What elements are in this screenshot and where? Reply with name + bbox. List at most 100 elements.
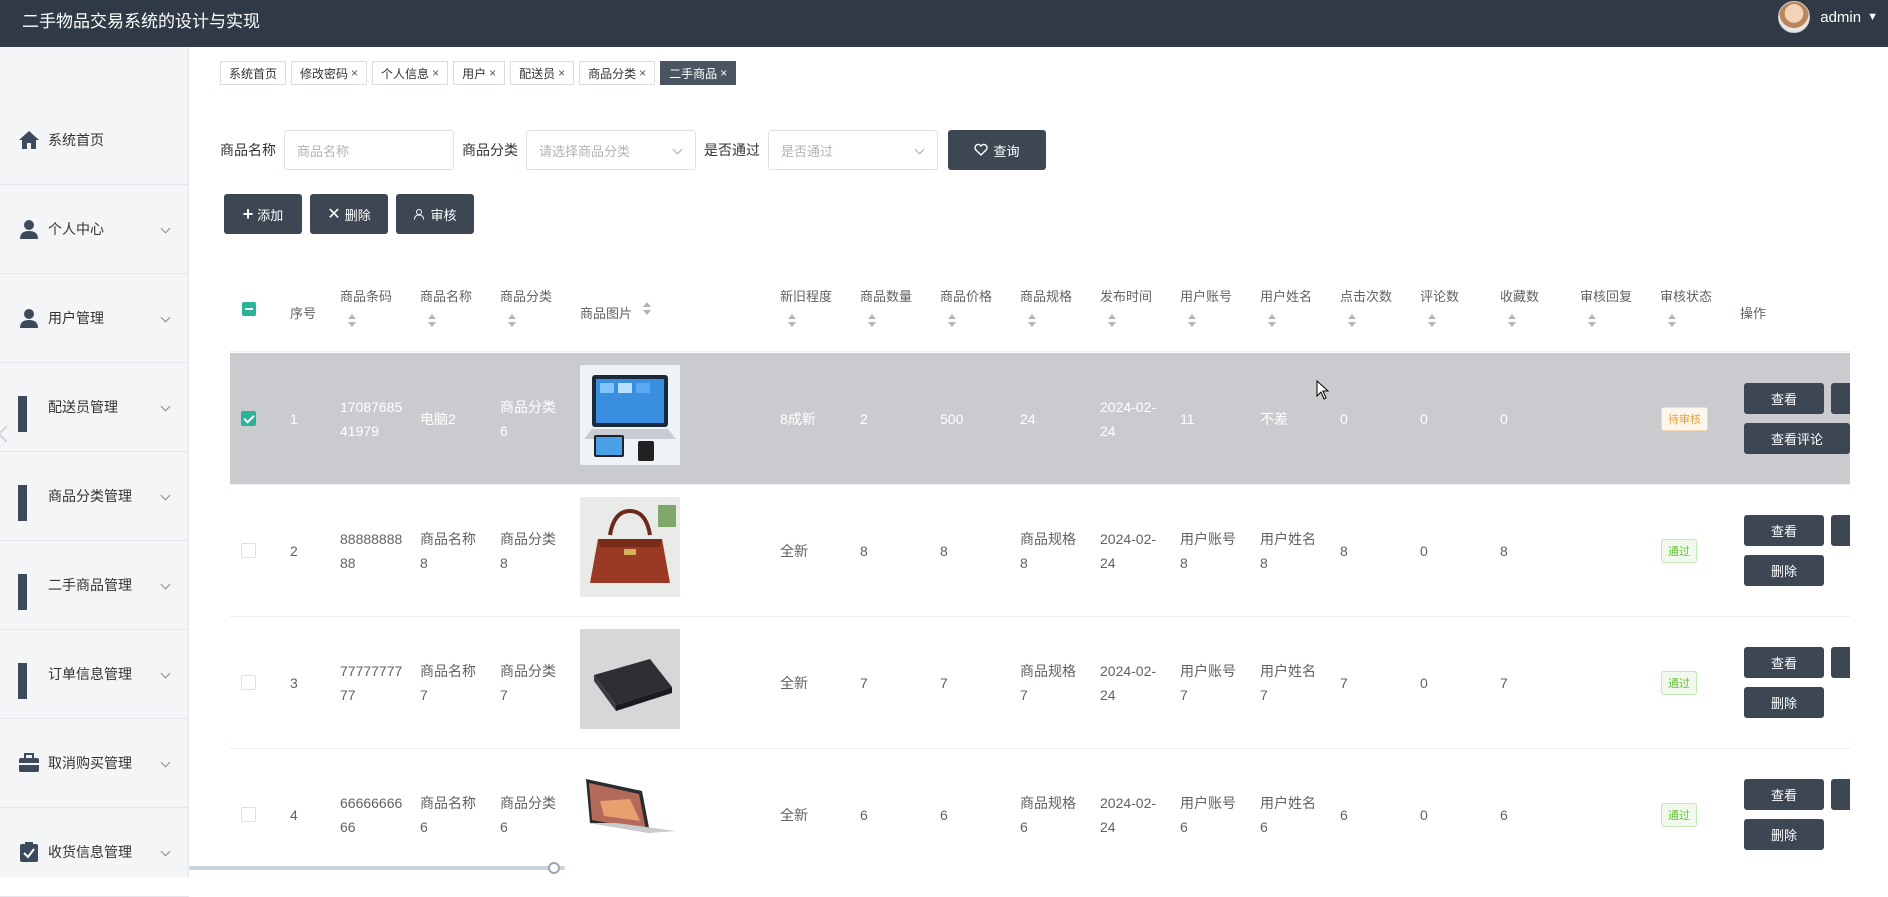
tab-courier[interactable]: 配送员 × — [510, 61, 575, 85]
sort-icon[interactable] — [1268, 314, 1278, 328]
sort-icon[interactable] — [1188, 314, 1198, 328]
username[interactable]: admin — [1820, 9, 1861, 26]
tab-second-hand-goods[interactable]: 二手商品 × — [660, 61, 737, 85]
tab-profile[interactable]: 个人信息 × — [372, 61, 449, 85]
tab-password[interactable]: 修改密码 × — [291, 61, 368, 85]
col-spec[interactable]: 商品规格 — [1020, 286, 1072, 305]
close-icon[interactable]: × — [351, 66, 358, 80]
col-time[interactable]: 发布时间 — [1100, 286, 1152, 305]
view-button[interactable]: 查看 — [1744, 779, 1824, 810]
delete-button[interactable]: ✕ 删除 — [310, 194, 388, 234]
delete-row-button[interactable]: 删除 — [1744, 819, 1824, 850]
scrollbar-handle[interactable] — [548, 862, 560, 874]
sort-icon[interactable] — [1668, 314, 1678, 328]
sort-icon[interactable] — [508, 314, 518, 328]
col-favorites[interactable]: 收藏数 — [1500, 286, 1539, 305]
col-reply[interactable]: 审核回复 — [1580, 286, 1632, 305]
query-button[interactable]: 查询 — [948, 130, 1046, 170]
view-comments-button[interactable]: 查看评论 — [1744, 423, 1850, 454]
delete-row-button[interactable]: 删除 — [1744, 687, 1824, 718]
row-checkbox[interactable] — [241, 675, 256, 690]
sort-icon[interactable] — [348, 314, 358, 328]
col-code[interactable]: 商品条码 — [340, 286, 392, 305]
sort-icon[interactable] — [428, 314, 438, 328]
tab-category[interactable]: 商品分类 × — [579, 61, 656, 85]
col-image[interactable]: 商品图片 — [580, 303, 632, 322]
row-checkbox[interactable] — [241, 411, 256, 426]
sidebar-item-cancel[interactable]: 取消购买管理 — [0, 719, 189, 808]
sidebar-item-users[interactable]: 用户管理 — [0, 274, 189, 363]
col-condition[interactable]: 新旧程度 — [780, 286, 832, 305]
table-row[interactable]: 3 7777777777 商品名称7 商品分类7 全新 7 7 商品规格7 20… — [230, 617, 1850, 749]
sidebar-item-couriers[interactable]: 配送员管理 — [0, 363, 189, 452]
product-image-handbag[interactable] — [580, 497, 680, 597]
heart-icon — [974, 143, 989, 156]
sort-icon[interactable] — [1348, 314, 1358, 328]
close-icon[interactable]: × — [720, 66, 727, 80]
sidebar-item-categories[interactable]: 商品分类管理 — [0, 452, 189, 541]
delete-row-button[interactable]: 删除 — [1744, 555, 1824, 586]
sidebar-item-home[interactable]: 系统首页 — [0, 96, 189, 185]
view-button[interactable]: 查看 — [1744, 515, 1824, 546]
sort-icon[interactable] — [643, 302, 653, 316]
view-button[interactable]: 查看 — [1744, 647, 1824, 678]
cell-username: 用户姓名7 — [1260, 663, 1316, 703]
sort-icon[interactable] — [1588, 314, 1598, 328]
col-clicks[interactable]: 点击次数 — [1340, 286, 1392, 305]
more-button[interactable] — [1831, 383, 1850, 414]
more-button[interactable] — [1831, 647, 1850, 678]
horizontal-scrollbar[interactable] — [189, 866, 565, 870]
caret-down-icon[interactable]: ▼ — [1867, 11, 1878, 23]
col-qty[interactable]: 商品数量 — [860, 286, 912, 305]
sidebar-item-delivery[interactable]: 收货信息管理 — [0, 808, 189, 897]
table-row[interactable]: 4 6666666666 商品名称6 商品分类6 全新 6 6 商品规格6 20… — [230, 749, 1850, 881]
col-comments[interactable]: 评论数 — [1420, 286, 1459, 305]
user-menu[interactable]: admin ▼ — [1778, 0, 1878, 34]
tab-user[interactable]: 用户 × — [453, 61, 506, 85]
sort-icon[interactable] — [1028, 314, 1038, 328]
sidebar-item-goods[interactable]: 二手商品管理 — [0, 541, 189, 630]
sort-icon[interactable] — [1108, 314, 1118, 328]
col-account[interactable]: 用户账号 — [1180, 286, 1232, 305]
col-status[interactable]: 审核状态 — [1660, 286, 1712, 305]
cell-time: 2024-02-24 — [1100, 399, 1157, 439]
close-icon[interactable]: × — [432, 66, 439, 80]
col-price[interactable]: 商品价格 — [940, 286, 992, 305]
cell-name: 商品名称8 — [420, 531, 476, 571]
avatar[interactable] — [1778, 1, 1811, 33]
row-checkbox[interactable] — [241, 807, 256, 822]
col-name[interactable]: 商品名称 — [420, 286, 472, 305]
add-button[interactable]: + 添加 — [224, 194, 302, 234]
more-button[interactable] — [1831, 779, 1850, 810]
sort-icon[interactable] — [1508, 314, 1518, 328]
approved-select[interactable]: 是否通过 — [768, 130, 938, 170]
audit-button[interactable]: 审核 — [396, 194, 474, 234]
product-image-macbook[interactable] — [580, 761, 680, 861]
select-all-checkbox[interactable] — [242, 302, 256, 316]
col-category[interactable]: 商品分类 — [500, 286, 552, 305]
cell-category: 商品分类8 — [500, 531, 556, 571]
sidebar-item-orders[interactable]: 订单信息管理 — [0, 630, 189, 719]
close-icon[interactable]: × — [489, 66, 496, 80]
more-button[interactable] — [1831, 515, 1850, 546]
cell-time: 2024-02-24 — [1100, 531, 1157, 571]
product-image-closed-laptop[interactable] — [580, 629, 680, 729]
table-row[interactable]: 2 8888888888 商品名称8 商品分类8 全新 8 8 商品规格8 20… — [230, 485, 1850, 617]
sort-icon[interactable] — [1428, 314, 1438, 328]
clipboard-icon — [20, 842, 38, 862]
sort-icon[interactable] — [948, 314, 958, 328]
close-icon[interactable]: × — [558, 66, 565, 80]
tab-home[interactable]: 系统首页 — [220, 61, 287, 85]
category-select[interactable]: 请选择商品分类 — [526, 130, 696, 170]
product-image-laptop[interactable] — [580, 365, 680, 465]
sort-icon[interactable] — [868, 314, 878, 328]
col-username[interactable]: 用户姓名 — [1260, 286, 1312, 305]
sidebar-item-personal[interactable]: 个人中心 — [0, 185, 189, 274]
sort-icon[interactable] — [788, 314, 798, 328]
table-row[interactable]: 1 1708768541979 电脑2 商品分类6 8成新 2 500 24 2… — [230, 353, 1850, 485]
close-icon[interactable]: × — [639, 66, 646, 80]
row-checkbox[interactable] — [241, 543, 256, 558]
view-button[interactable]: 查看 — [1744, 383, 1824, 414]
cell-account: 用户账号8 — [1180, 531, 1236, 571]
goods-name-input[interactable]: 商品名称 — [284, 130, 454, 170]
